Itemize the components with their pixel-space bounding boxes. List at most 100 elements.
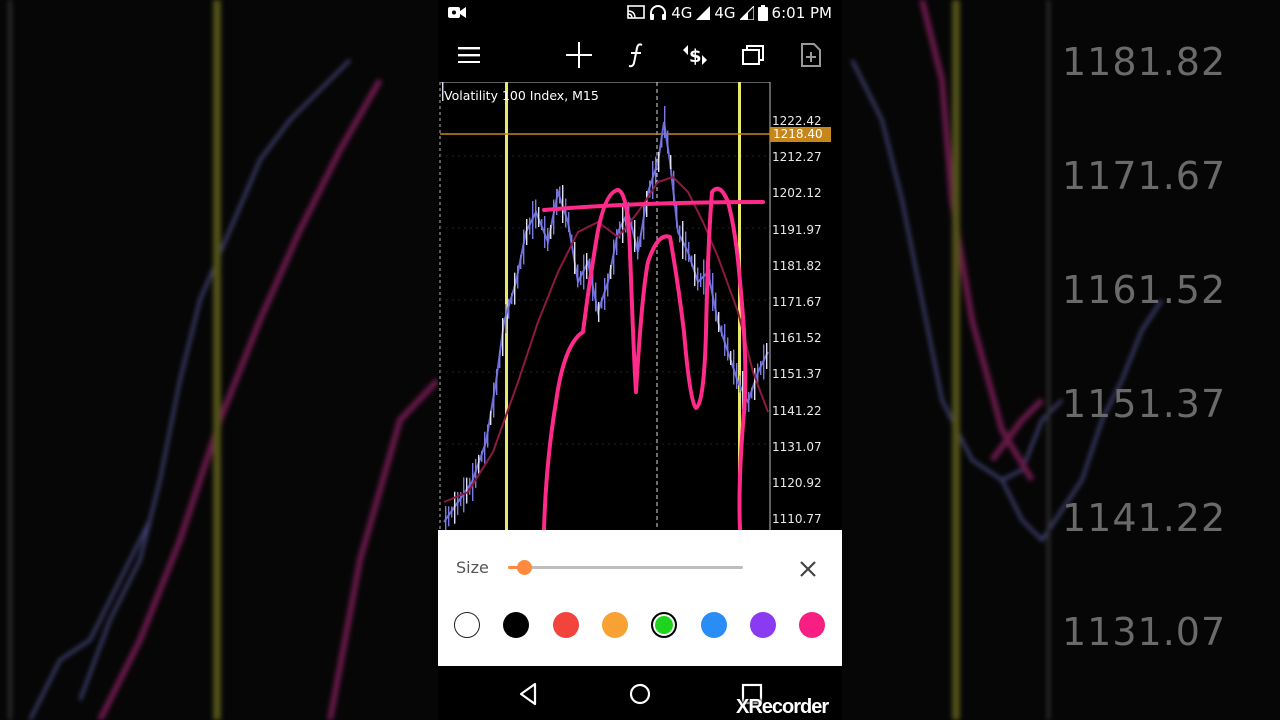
candle [655, 156, 657, 186]
candle [580, 271, 582, 285]
function-icon[interactable] [622, 40, 652, 70]
candle [613, 239, 615, 275]
candle [469, 477, 471, 495]
candle [520, 255, 522, 269]
candle [562, 185, 564, 223]
candle [643, 204, 645, 240]
size-slider-thumb[interactable] [517, 560, 533, 575]
candle [652, 161, 654, 199]
color-swatch-orange[interactable] [601, 612, 628, 638]
candle [511, 293, 513, 305]
candle [739, 375, 741, 393]
chart-toolbar: $ [438, 30, 842, 80]
price-axis-label: 1171.67 [772, 295, 822, 309]
video-record-icon [448, 7, 466, 18]
signal-icon [696, 6, 711, 20]
color-swatch-black[interactable] [503, 612, 530, 638]
candle [526, 219, 528, 245]
candle [667, 130, 669, 154]
candle [448, 506, 450, 527]
candle [733, 349, 735, 385]
candle [640, 233, 642, 247]
candle [751, 387, 753, 399]
status-time: 6:01 PM [771, 4, 832, 22]
candle [505, 304, 507, 334]
candle [508, 298, 510, 319]
candle [718, 312, 720, 332]
current-price-tag: 1218.40 [770, 127, 831, 142]
candle [466, 477, 468, 504]
candle [760, 361, 762, 375]
signal-icon [739, 6, 754, 20]
candle [736, 363, 738, 389]
windows-icon[interactable] [738, 40, 768, 70]
candle [586, 253, 588, 279]
candle [694, 254, 696, 286]
candle [688, 242, 690, 262]
candle [541, 219, 543, 230]
bg-price-label: 1181.82 [1062, 40, 1227, 84]
color-swatch-blue[interactable] [700, 612, 727, 638]
candle [616, 229, 618, 255]
candle [661, 136, 663, 148]
price-axis-label: 1222.42 [772, 114, 822, 128]
color-swatches [454, 612, 830, 642]
color-swatch-green[interactable] [651, 612, 678, 638]
new-object-icon[interactable] [796, 40, 826, 70]
candle [664, 106, 666, 138]
candlesticks [442, 82, 769, 530]
candle [685, 231, 687, 261]
candle [607, 273, 609, 297]
color-swatch-white[interactable] [454, 612, 480, 638]
candle [766, 343, 768, 369]
home-icon[interactable] [627, 681, 653, 707]
candle [502, 318, 504, 356]
bg-price-label: 1141.22 [1062, 496, 1227, 540]
candle [547, 228, 549, 251]
size-slider[interactable] [508, 560, 743, 575]
crosshair-icon[interactable] [564, 40, 594, 70]
network-type-2: 4G [714, 4, 736, 22]
candle [712, 273, 714, 311]
price-axis-label: 1141.22 [772, 403, 822, 418]
phone-screen: 4G 4G 6:01 PM $ Volatility 100 Index, M1… [438, 0, 842, 720]
candle [691, 255, 693, 267]
price-axis-label: 1110.77 [772, 512, 822, 527]
candle [700, 273, 702, 287]
price-chart[interactable]: Volatility 100 Index, M15 1218.40 1222.4… [438, 82, 842, 530]
candle [445, 506, 447, 530]
cast-icon [627, 5, 646, 19]
headset-icon [650, 5, 667, 20]
candle [514, 272, 516, 305]
candle [682, 221, 684, 259]
close-icon [800, 561, 816, 577]
candle [610, 265, 612, 279]
background-chart-left [8, 0, 438, 720]
candle [601, 297, 603, 309]
status-bar: 4G 4G 6:01 PM [438, 0, 842, 28]
battery-icon [757, 5, 768, 21]
candle [730, 351, 732, 365]
candle [493, 382, 495, 418]
color-swatch-pink[interactable] [799, 612, 826, 638]
candle [604, 278, 606, 310]
candle [637, 236, 639, 260]
back-icon[interactable] [516, 681, 542, 707]
candle [529, 217, 531, 235]
moving-average-line [443, 175, 769, 503]
close-panel-button[interactable] [794, 555, 822, 583]
candle [559, 186, 561, 204]
color-swatch-red[interactable] [552, 612, 579, 638]
candle [658, 152, 660, 172]
svg-text:$: $ [689, 46, 702, 67]
color-swatch-purple[interactable] [749, 612, 776, 638]
symbol-change-icon[interactable]: $ [680, 40, 710, 70]
background-right: 1181.82 1171.67 1161.52 1151.37 1141.22 … [842, 0, 1280, 720]
price-axis-label: 1181.82 [772, 258, 822, 273]
candle [724, 324, 726, 356]
menu-icon[interactable] [454, 40, 484, 70]
price-axis-label: 1202.12 [772, 186, 822, 201]
candle [622, 205, 624, 243]
candle [595, 282, 597, 312]
candle [535, 199, 537, 229]
